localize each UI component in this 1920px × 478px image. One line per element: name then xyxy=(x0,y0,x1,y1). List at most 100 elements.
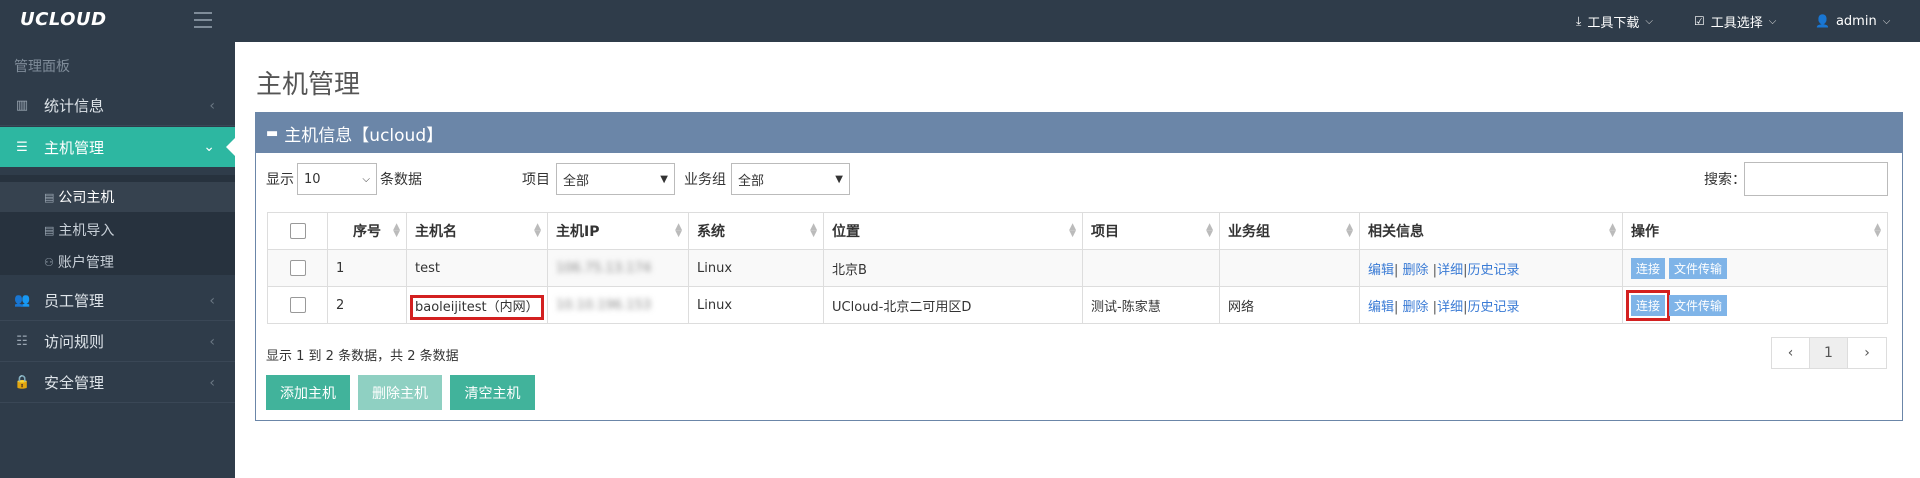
cell-info: 编辑| 删除 |详细|历史记录 xyxy=(1359,249,1623,287)
sidebar: 管理面板 ▥ 统计信息 ‹ ☰ 主机管理 ⌄ ▤ 公司主机 ▤ 主机导入 ⚇ 账… xyxy=(0,42,235,478)
sidebar-subitem-account-management[interactable]: ⚇ 账户管理 xyxy=(44,247,114,277)
blurred-ip: 106.75.13.174 xyxy=(556,260,652,276)
project-value: 全部 xyxy=(563,173,590,189)
page-size-select[interactable]: 10 ⌵ xyxy=(297,163,377,195)
cell-os: Linux xyxy=(688,286,824,324)
cell-hostname: test xyxy=(406,249,548,287)
prev-page-button[interactable]: ‹ xyxy=(1772,338,1810,368)
connect-button[interactable]: 连接 xyxy=(1625,289,1671,321)
sidebar-submenu: ▤ 公司主机 ▤ 主机导入 ⚇ 账户管理 xyxy=(0,175,235,275)
lock-icon: 🔒 xyxy=(14,375,31,390)
connect-button[interactable]: 连接 xyxy=(1631,257,1666,279)
cell-no: 1 xyxy=(327,249,407,287)
delete-host-button[interactable]: 删除主机 xyxy=(358,375,442,410)
tool-select-menu[interactable]: ☑ 工具选择 ⌵ xyxy=(1694,0,1776,42)
cell-hostname: baoleijitest（内网） xyxy=(406,286,548,324)
tool-download-menu[interactable]: ⤓ 工具下载 ⌵ xyxy=(1576,0,1653,42)
column-header-actions[interactable]: 操作 ▲ ▼ xyxy=(1622,212,1888,250)
sort-icon: ▲ ▼ xyxy=(675,222,682,239)
cell-os: Linux xyxy=(688,249,824,287)
user-icon: 👤 xyxy=(1815,14,1830,28)
chevron-left-icon: ‹ xyxy=(209,292,215,309)
search-label: 搜索： xyxy=(1704,172,1746,188)
file-transfer-button[interactable]: 文件传输 xyxy=(1669,294,1728,316)
column-header-location[interactable]: 位置 ▲ ▼ xyxy=(823,212,1083,250)
cell-project: 测试-陈家慧 xyxy=(1082,286,1220,324)
detail-link[interactable]: 详细 xyxy=(1437,300,1463,315)
caret-down-icon: ▼ xyxy=(660,173,668,185)
chevron-down-icon: ⌄ xyxy=(203,139,215,155)
chevron-down-icon: ⌵ xyxy=(1645,15,1653,27)
history-link[interactable]: 历史记录 xyxy=(1467,263,1519,278)
server-icon: ▤ xyxy=(44,223,55,237)
table-summary: 显示 1 到 2 条数据，共 2 条数据 xyxy=(266,349,459,364)
sidebar-item-label: 员工管理 xyxy=(44,292,105,310)
page-1-button[interactable]: 1 xyxy=(1810,338,1848,368)
table-row: 1 test 106.75.13.174 Linux 北京B 编辑| 删除 |详… xyxy=(267,249,1888,287)
sidebar-subitem-company-hosts[interactable]: ▤ 公司主机 xyxy=(0,182,235,212)
host-table: 序号 ▲ ▼ 主机名 ▲ ▼ 主机IP ▲ ▼ 系统 ▲ ▼ 位置 ▲ ▼ 项目 ▲ ▼ 业务组 ▲ ▼ 相… xyxy=(267,212,1888,324)
column-header-hostname[interactable]: 主机名 ▲ ▼ xyxy=(406,212,548,250)
server-icon: ▤ xyxy=(44,190,55,204)
group-select[interactable]: 全部 ▼ xyxy=(731,163,850,195)
sort-icon: ▲ ▼ xyxy=(393,222,400,239)
sort-icon: ▲ ▼ xyxy=(810,222,817,239)
blurred-ip: 10.10.196.153 xyxy=(556,297,652,313)
chevron-down-icon: ⌵ xyxy=(1768,15,1777,27)
sitemap-icon: ⚇ xyxy=(44,255,54,269)
sidebar-item-statistics[interactable]: ▥ 统计信息 ‹ xyxy=(0,86,235,126)
sort-icon: ▲ ▼ xyxy=(1609,222,1616,239)
sidebar-item-label: 安全管理 xyxy=(44,374,105,392)
sidebar-toggle-icon[interactable] xyxy=(194,12,212,28)
users-icon: 👥 xyxy=(14,293,31,308)
cell-location: UCloud-北京二可用区D xyxy=(823,286,1083,324)
cell-group: 网络 xyxy=(1219,286,1360,324)
history-link[interactable]: 历史记录 xyxy=(1467,300,1519,315)
pagination: ‹ 1 › xyxy=(1771,337,1887,369)
column-header-ip[interactable]: 主机IP ▲ ▼ xyxy=(547,212,689,250)
edit-link[interactable]: 编辑 xyxy=(1368,263,1394,278)
column-header-no[interactable]: 序号 ▲ ▼ xyxy=(327,212,407,250)
table-header-row: 序号 ▲ ▼ 主机名 ▲ ▼ 主机IP ▲ ▼ 系统 ▲ ▼ 位置 ▲ ▼ 项目 ▲ ▼ 业务组 ▲ ▼ 相… xyxy=(267,212,1888,250)
sort-icon: ▲ ▼ xyxy=(1346,222,1353,239)
chevron-left-icon: ‹ xyxy=(209,333,215,350)
next-page-button[interactable]: › xyxy=(1848,338,1886,368)
sidebar-item-security-management[interactable]: 🔒 安全管理 ‹ xyxy=(0,363,235,403)
sidebar-item-access-rules[interactable]: ☷ 访问规则 ‹ xyxy=(0,322,235,362)
panel-title: 主机信息【ucloud】 xyxy=(284,125,444,146)
ucloud-logo[interactable]: UCLOUD xyxy=(20,9,107,30)
file-transfer-button[interactable]: 文件传输 xyxy=(1669,257,1728,279)
chevron-down-icon: ⌵ xyxy=(1882,15,1891,27)
row-select-cell xyxy=(267,249,328,287)
clear-hosts-button[interactable]: 清空主机 xyxy=(450,375,535,410)
chevron-left-icon: ‹ xyxy=(209,374,215,391)
row-checkbox[interactable] xyxy=(289,260,306,276)
delete-link[interactable]: 删除 xyxy=(1403,263,1429,278)
edit-link[interactable]: 编辑 xyxy=(1368,300,1394,315)
add-host-button[interactable]: 添加主机 xyxy=(266,375,350,410)
sidebar-item-label: 统计信息 xyxy=(44,97,105,115)
sort-icon: ▲ ▼ xyxy=(534,222,541,239)
column-header-info[interactable]: 相关信息 ▲ ▼ xyxy=(1359,212,1623,250)
detail-link[interactable]: 详细 xyxy=(1437,263,1463,278)
project-select[interactable]: 全部 ▼ xyxy=(556,163,675,195)
column-header-project[interactable]: 项目 ▲ ▼ xyxy=(1082,212,1220,250)
search-input[interactable] xyxy=(1744,162,1888,196)
select-all-checkbox[interactable] xyxy=(289,223,306,239)
sidebar-subitem-label: 账户管理 xyxy=(57,255,114,271)
column-header-group[interactable]: 业务组 ▲ ▼ xyxy=(1219,212,1360,250)
sidebar-item-staff-management[interactable]: 👥 员工管理 ‹ xyxy=(0,281,235,321)
sidebar-item-host-management[interactable]: ☰ 主机管理 ⌄ xyxy=(0,127,235,167)
column-header-os[interactable]: 系统 ▲ ▼ xyxy=(688,212,824,250)
bar-chart-icon: ▥ xyxy=(15,98,29,113)
delete-link[interactable]: 删除 xyxy=(1403,300,1429,315)
row-checkbox[interactable] xyxy=(289,297,306,313)
sort-icon: ▲ ▼ xyxy=(1874,222,1881,239)
user-menu[interactable]: 👤 admin ⌵ xyxy=(1815,0,1890,42)
cell-info: 编辑| 删除 |详细|历史记录 xyxy=(1359,286,1623,324)
sidebar-subitem-host-import[interactable]: ▤ 主机导入 xyxy=(44,215,114,245)
caret-down-icon: ▼ xyxy=(835,173,843,185)
select-all-header xyxy=(267,212,328,250)
project-label: 项目 xyxy=(522,172,550,188)
page-size-suffix: 条数据 xyxy=(380,172,422,188)
